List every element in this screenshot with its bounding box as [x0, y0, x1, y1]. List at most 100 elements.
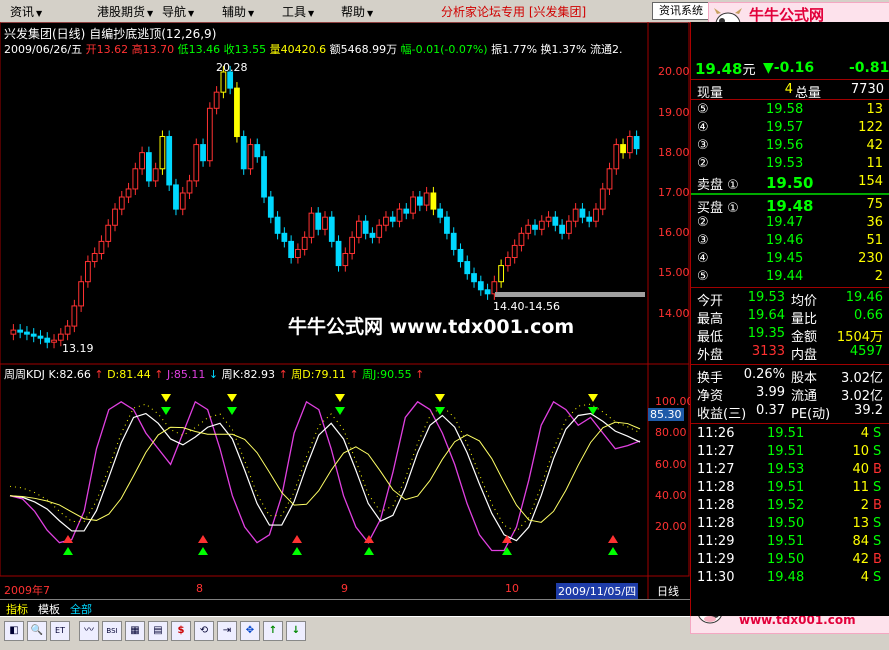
candle-body [295, 248, 301, 259]
candle-body [125, 188, 132, 198]
buy-level-volume: 75 [866, 197, 883, 212]
candle-body [457, 248, 464, 263]
menu-ganggu[interactable]: 港股期货 ▼ [97, 3, 153, 20]
change-label: 幅 [400, 43, 412, 56]
sell-level-volume: 154 [858, 174, 883, 189]
stat-value: 3.99 [756, 385, 785, 400]
candle-body [572, 208, 579, 222]
arrow-up-icon[interactable]: ↑ [263, 621, 283, 641]
move-icon[interactable]: ✥ [240, 621, 260, 641]
dollar-icon[interactable]: $ [171, 621, 191, 641]
tick-price: 19.51 [767, 426, 805, 441]
stat-value: 0.66 [854, 308, 883, 323]
volume-label: 量 [269, 43, 281, 56]
tick-side: S [873, 534, 882, 549]
date-tick: 8 [196, 582, 203, 595]
buy-signal-icon [198, 535, 208, 543]
candle-body [606, 168, 613, 190]
tick-time: 11:28 [697, 480, 735, 495]
tick-time: 11:28 [697, 498, 735, 513]
buy-signal-icon [608, 547, 618, 555]
goto-icon[interactable]: ⇥ [217, 621, 237, 641]
menu-label: 导航 [162, 5, 187, 19]
range-bar [495, 292, 645, 297]
menu-zixun[interactable]: 资讯 ▼ [10, 3, 42, 20]
arrow-up-icon: ↑ [415, 368, 425, 381]
tab-quanbu[interactable]: 全部 [70, 601, 92, 617]
sell-level-label: ② [697, 156, 709, 171]
sell-signal-icon [161, 407, 171, 415]
tick-time: 11:29 [697, 534, 735, 549]
arrow-up-icon: ↑ [94, 368, 104, 381]
tab-zhibiao[interactable]: 指标 [6, 601, 28, 617]
last-price-value: 19.48 [695, 60, 743, 78]
candle-body [17, 329, 24, 333]
stat-label: 流通 [791, 389, 818, 404]
period-button[interactable]: 日线 [657, 583, 679, 599]
tick-side: S [873, 570, 882, 585]
tick-side: B [873, 462, 882, 477]
tick-time: 11:30 [697, 570, 735, 585]
refresh-icon[interactable]: ⟲ [194, 621, 214, 641]
date-tick: 9 [341, 582, 348, 595]
grid-icon[interactable]: ▦ [125, 621, 145, 641]
toolbar-icon-bsi[interactable]: BSI [102, 621, 122, 641]
candle-body [64, 325, 71, 335]
candle-body [471, 273, 477, 283]
candle-body [24, 331, 30, 335]
info-system-button[interactable]: 资讯系统 [652, 2, 710, 20]
last-price: 19.48元 [695, 59, 755, 78]
candle-body [498, 265, 505, 283]
price-tick: 16.00 [658, 226, 690, 239]
chevron-down-icon: ▼ [367, 9, 374, 18]
menu-daohang[interactable]: 导航 ▼ [162, 3, 194, 20]
candle-body [234, 87, 240, 138]
tick-side: S [873, 516, 882, 531]
buy-signal-icon [364, 547, 374, 555]
candle-body [505, 257, 511, 267]
candle-body [444, 216, 450, 234]
cursor-date: 2009/11/05/四 [556, 583, 639, 599]
sell-level-price: 19.50 [766, 174, 814, 192]
candle-body [362, 220, 369, 234]
candle-body [315, 212, 322, 230]
candle-body [308, 212, 315, 238]
candle-body [525, 224, 532, 234]
candle-body [376, 224, 383, 238]
indicator-tabs: 指标 模板 全部 [0, 599, 690, 617]
sell-level-price: 19.58 [766, 102, 804, 117]
kdj-tick: 60.00 [655, 458, 687, 471]
price-tick: 20.00 [658, 65, 690, 78]
stock-title: 兴发集团(日线) [4, 27, 86, 41]
low-annotation: 13.19 [62, 342, 94, 355]
line-chart-icon[interactable]: 〰 [79, 621, 99, 641]
candle-body [139, 152, 145, 170]
arrow-down-icon[interactable]: ↓ [286, 621, 306, 641]
chevron-down-icon: ▼ [147, 9, 154, 18]
quote-turnover: 换1.37% [540, 43, 587, 56]
buy-signal-icon [292, 547, 302, 555]
menu-gongju[interactable]: 工具 ▼ [282, 3, 314, 20]
candle-body [91, 252, 98, 263]
stat-label: 金额 [791, 330, 818, 345]
toolbar-icon-et[interactable]: ET [50, 621, 70, 641]
search-icon[interactable]: 🔍 [27, 621, 47, 641]
candle-body [166, 136, 173, 186]
sell-signal-icon [227, 394, 237, 402]
menu-label: 港股期货 [97, 5, 146, 19]
bid-ask-divider [691, 193, 889, 195]
tab-moban[interactable]: 模板 [38, 601, 60, 617]
table-icon[interactable]: ▤ [148, 621, 168, 641]
toolbar-icon-window[interactable]: ◧ [4, 621, 24, 641]
candle-body [261, 156, 267, 198]
menu-bangzhu[interactable]: 帮助 ▼ [341, 3, 373, 20]
menu-fuzhu[interactable]: 辅助 ▼ [222, 3, 254, 20]
kdj-line [9, 400, 641, 552]
stat-value: 4597 [849, 344, 883, 359]
sell-signal-icon [227, 407, 237, 415]
buy-level-price: 19.44 [766, 269, 804, 284]
chart-canvas[interactable] [0, 22, 690, 600]
kline-chart-area[interactable]: 兴发集团(日线) 自编抄底逃顶(12,26,9) 2009/06/26/五 开1… [0, 22, 694, 600]
quote-change: 幅-0.01(-0.07%) [401, 43, 488, 56]
quote-amplitude: 振1.77% [491, 43, 538, 56]
